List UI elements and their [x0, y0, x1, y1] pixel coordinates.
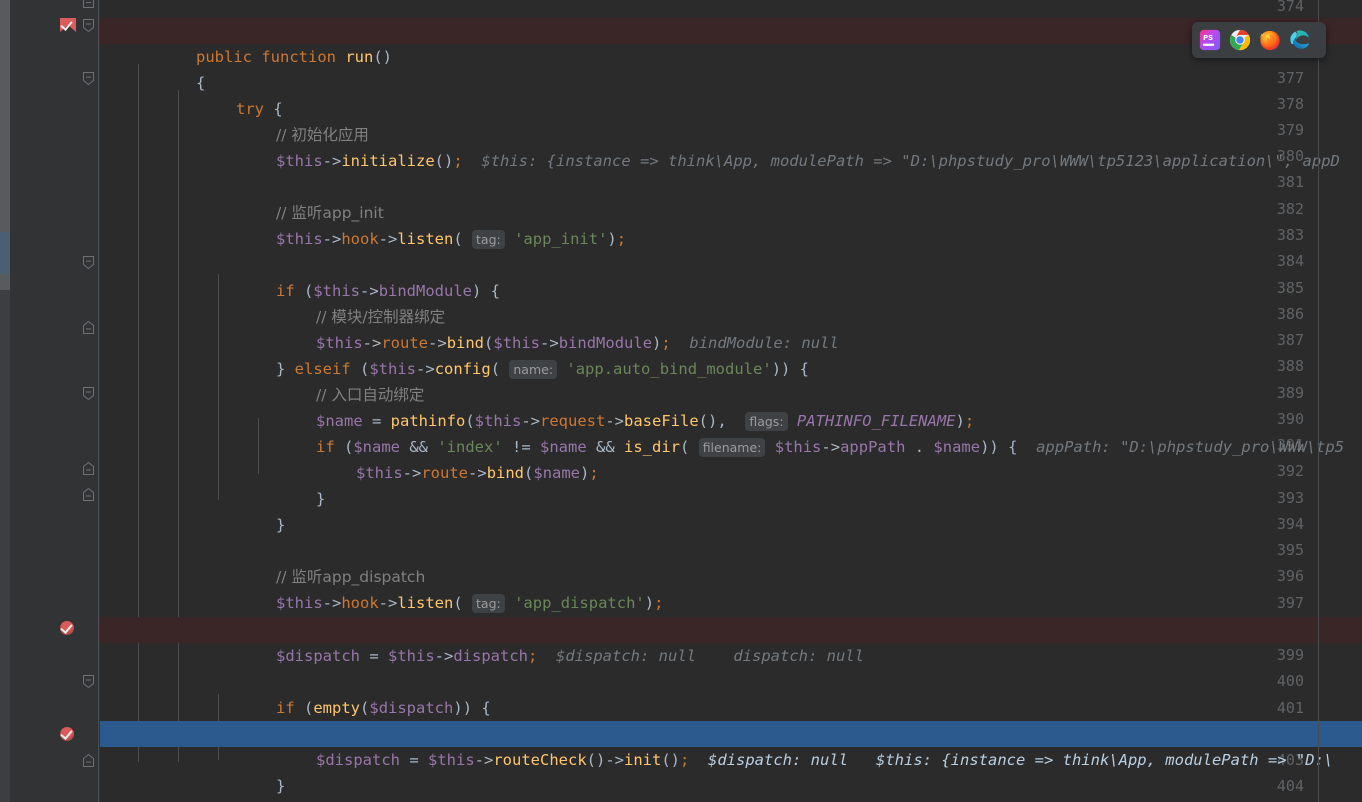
code-line-392[interactable]: } — [100, 460, 1362, 508]
fold-marker-390[interactable] — [82, 386, 95, 401]
code-line-385[interactable]: // 模块/控制器绑定 — [100, 278, 1362, 326]
open-in-browser-popup[interactable]: PS — [1192, 22, 1326, 58]
code-line-388[interactable]: // 入口自动绑定 — [100, 356, 1362, 404]
code-line-390[interactable]: if ($name && 'index' != $name && is_dir(… — [100, 408, 1362, 457]
right-margin-guide — [1318, 0, 1319, 802]
code-line-378[interactable]: // 初始化应用 — [100, 96, 1362, 144]
fold-marker-374[interactable] — [82, 0, 95, 9]
breakpoint-icon-398[interactable] — [60, 621, 74, 635]
code-line-403[interactable]: } — [100, 747, 1362, 795]
breakpoint-icon-402[interactable] — [60, 727, 74, 741]
param-hint-396: tag: — [472, 594, 505, 613]
fold-marker-375[interactable] — [82, 18, 95, 33]
fold-marker-393[interactable] — [82, 487, 95, 501]
code-line-395[interactable]: // 监听app_dispatch — [100, 538, 1362, 586]
inline-debug-hint-398-b: dispatch: null — [733, 647, 864, 665]
code-line-381[interactable]: // 监听app_init — [100, 174, 1362, 222]
code-line-374[interactable]: */ — [100, 0, 1362, 40]
code-line-398[interactable]: $dispatch = $this->dispatch; $dispatch: … — [100, 617, 1362, 665]
code-line-391[interactable]: $this->route->bind($name); — [100, 434, 1362, 482]
param-hint-382: tag: — [472, 230, 505, 249]
inline-debug-hint-379: $this: {instance => think\App, modulePat… — [481, 152, 1340, 170]
code-line-387[interactable]: } elseif ($this->config( name: 'app.auto… — [100, 330, 1362, 379]
edge-icon[interactable] — [1289, 29, 1311, 51]
inline-debug-hint-398-a: $dispatch: null — [556, 647, 696, 665]
scrollbar-track-lower — [0, 274, 10, 290]
editor-left-scrollbar[interactable] — [0, 0, 10, 802]
code-line-389[interactable]: $name = pathinfo($this->request->baseFil… — [100, 382, 1362, 431]
svg-text:PS: PS — [1203, 34, 1213, 42]
breakpoint-icon-375[interactable] — [60, 18, 76, 32]
code-line-401[interactable]: // 路由检测 — [100, 695, 1362, 743]
fold-marker-403[interactable] — [82, 753, 95, 767]
code-line-379[interactable]: $this->initialize(); $this: {instance =>… — [100, 122, 1362, 170]
code-line-396[interactable]: $this->hook->listen( tag: 'app_dispatch'… — [100, 564, 1362, 613]
fold-marker-400[interactable] — [82, 674, 95, 689]
fold-marker-384[interactable] — [82, 255, 95, 270]
code-line-402[interactable]: $dispatch = $this->routeCheck()->init();… — [100, 721, 1362, 769]
code-line-382[interactable]: $this->hook->listen( tag: 'app_init'); — [100, 200, 1362, 249]
code-line-375[interactable]: public function run() — [100, 18, 1362, 66]
chrome-icon[interactable] — [1229, 29, 1251, 51]
fold-marker-387[interactable] — [82, 320, 95, 334]
phpstorm-icon[interactable]: PS — [1199, 29, 1221, 51]
firefox-icon[interactable] — [1259, 29, 1281, 51]
fold-marker-392[interactable] — [82, 461, 95, 475]
scrollbar-thumb[interactable] — [0, 232, 10, 274]
code-editor[interactable]: 374 375 376 377 378 379 380 381 382 383 … — [0, 0, 1362, 802]
scrollbar-track-upper — [0, 0, 10, 232]
code-line-393[interactable]: } — [100, 486, 1362, 534]
code-surface[interactable]: */ public function run() { try { // 初始化应… — [100, 0, 1362, 802]
code-line-377[interactable]: try { — [100, 70, 1362, 118]
fold-marker-377[interactable] — [82, 71, 95, 86]
code-line-400[interactable]: if (empty($dispatch)) { — [100, 669, 1362, 717]
code-line-384[interactable]: if ($this->bindModule) { — [100, 252, 1362, 300]
code-line-386[interactable]: $this->route->bind($this->bindModule); b… — [100, 304, 1362, 352]
code-line-376[interactable]: { — [100, 44, 1362, 92]
fold-strip — [98, 0, 99, 802]
